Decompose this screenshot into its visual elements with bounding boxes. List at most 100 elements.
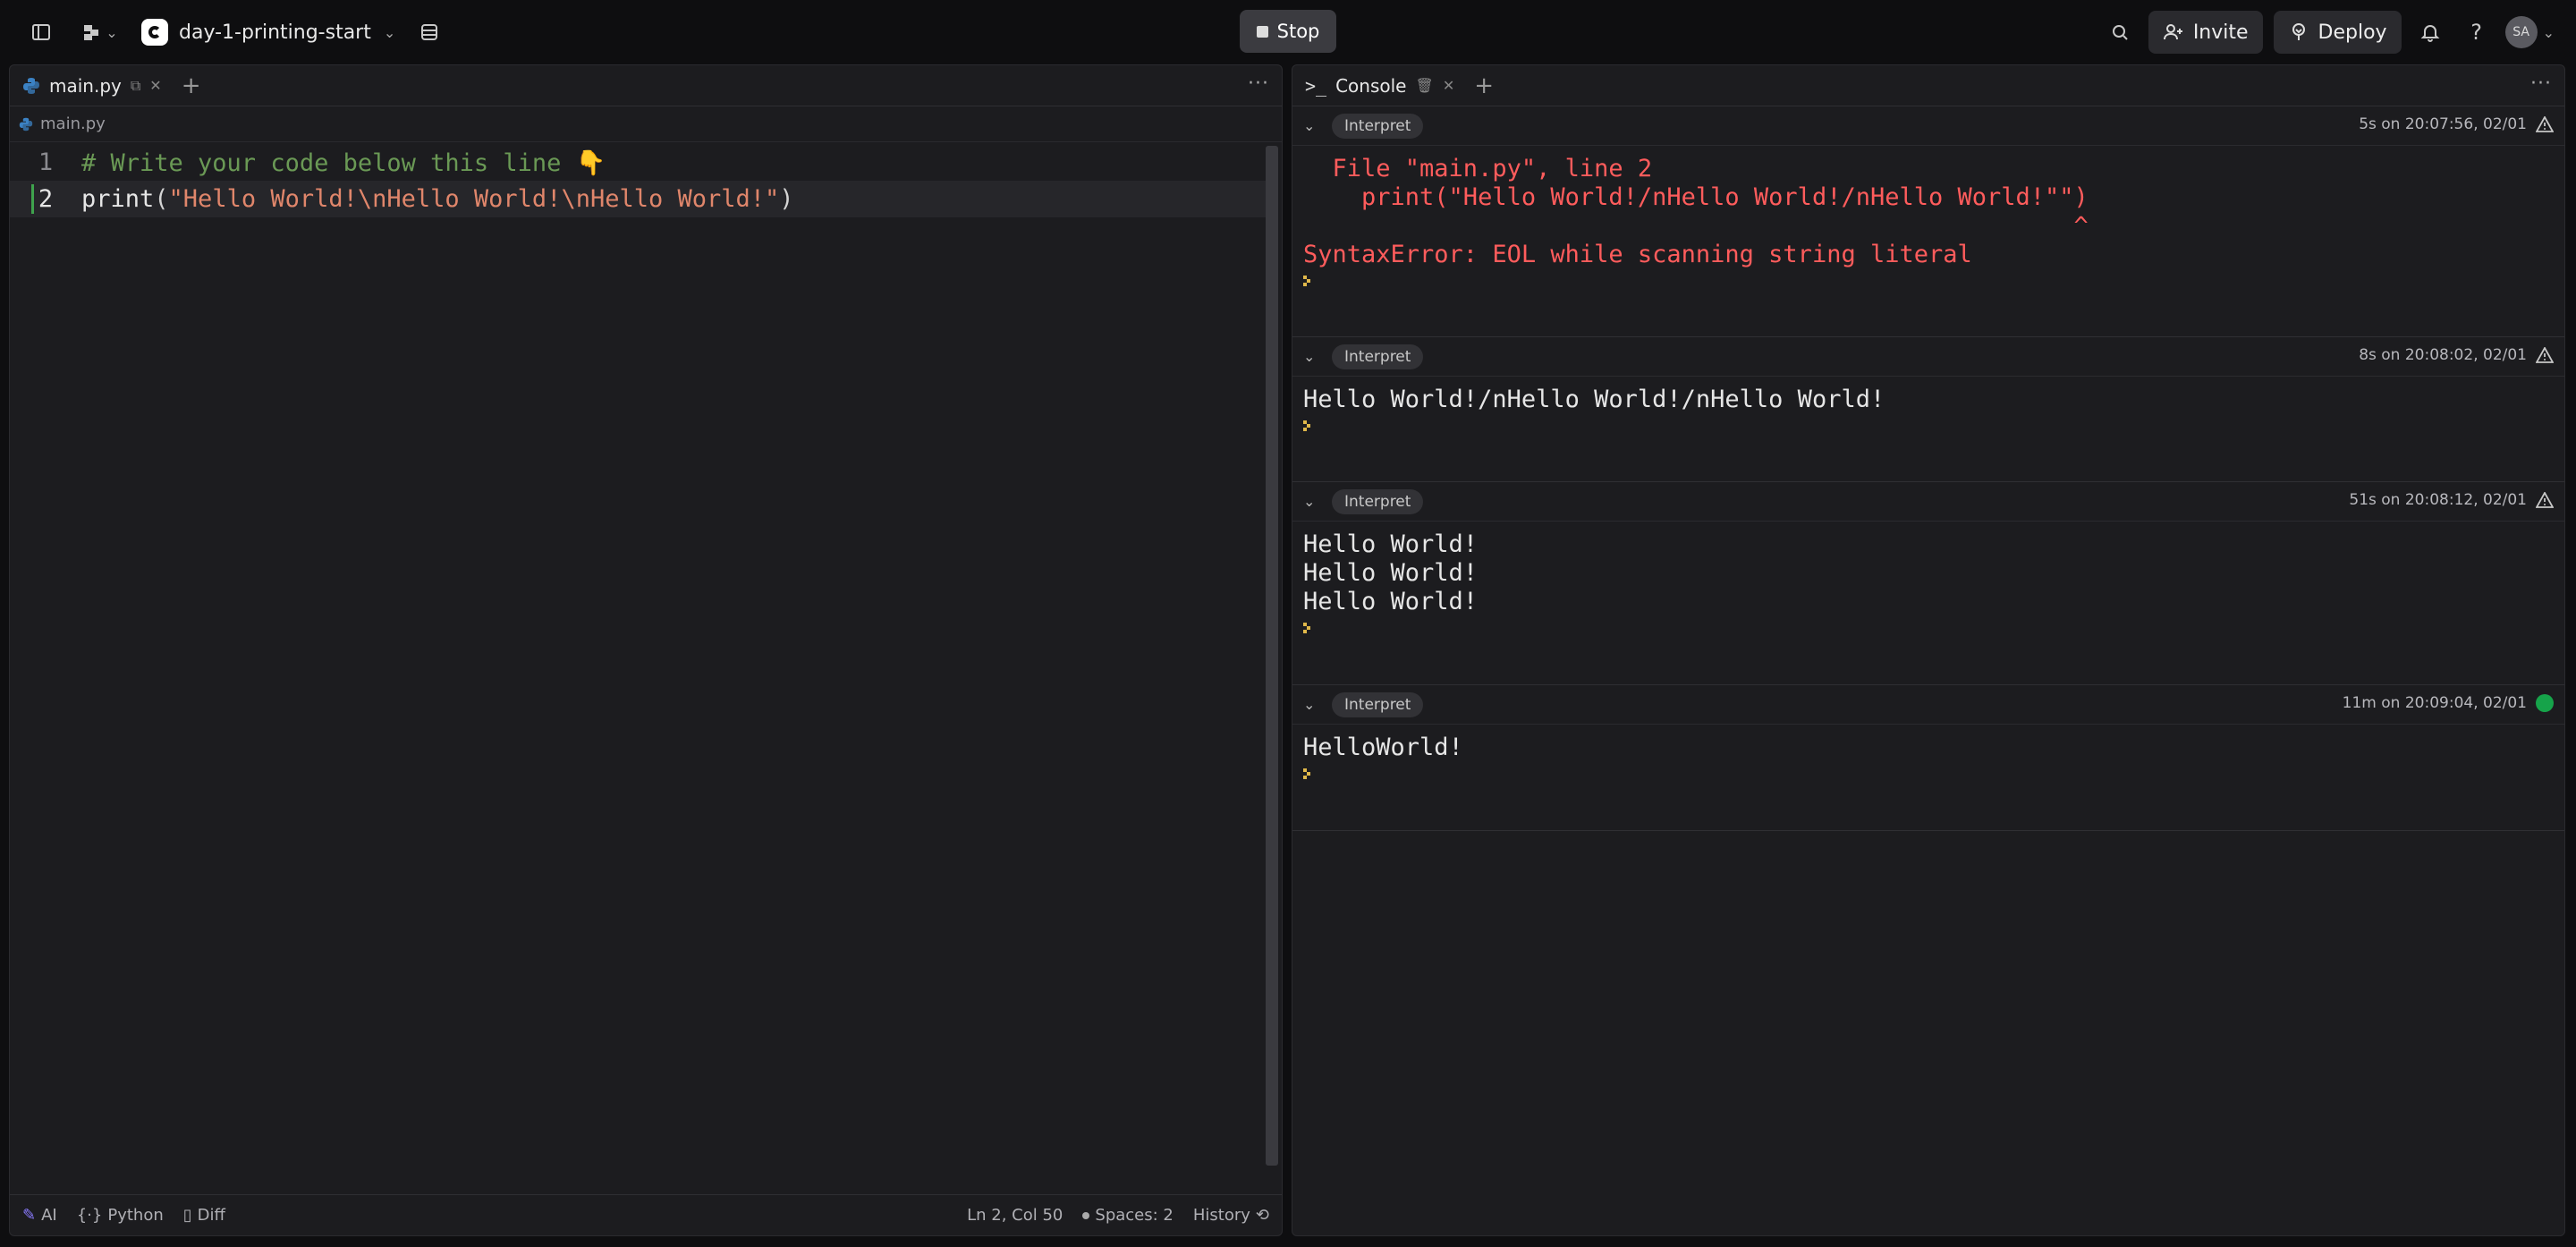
project-selector[interactable]: day-1-printing-start ⌄ <box>141 19 395 46</box>
diff-label: Diff <box>197 1206 225 1225</box>
top-bar: ⌄ day-1-printing-start ⌄ Stop Invite Dep… <box>0 0 2576 64</box>
close-icon[interactable]: ✕ <box>149 77 161 94</box>
chevron-down-icon: ⌄ <box>2542 23 2555 41</box>
more-options-icon[interactable]: ··· <box>1248 72 1269 95</box>
interpret-badge: Interpret <box>1332 488 1424 514</box>
invite-label: Invite <box>2192 21 2249 44</box>
prompt-icon <box>1303 418 1314 431</box>
console-output-text: Hello World! Hello World! Hello World! <box>1303 530 1479 615</box>
interpret-badge: Interpret <box>1332 691 1424 717</box>
diff-icon: ▯ <box>182 1206 192 1225</box>
repl-logo-icon <box>141 19 168 46</box>
code-line[interactable]: 1 # Write your code below this line 👇 <box>10 144 1267 181</box>
chevron-down-icon[interactable]: ⌄ <box>1303 493 1325 510</box>
cursor-position[interactable]: Ln 2, Col 50 <box>967 1206 1063 1225</box>
prompt-icon <box>1303 273 1314 286</box>
console-prompt[interactable] <box>1292 762 2564 789</box>
stop-label: Stop <box>1276 21 1320 42</box>
console-run-block: ⌄ Interpret 51s on 20:08:12, 02/01 Hello… <box>1292 482 2564 685</box>
tab-label: Console <box>1335 74 1407 97</box>
breadcrumb-file[interactable]: main.py <box>40 115 106 133</box>
diff-button[interactable]: ▯ Diff <box>183 1206 225 1225</box>
history-icon: ⟲ <box>1255 1206 1269 1225</box>
console-tab-bar: >_ Console 🗑 ✕ + ··· <box>1292 65 2564 106</box>
tab-main-py[interactable]: main.py ⧉ ✕ <box>10 65 174 106</box>
tab-console[interactable]: >_ Console 🗑 ✕ <box>1292 65 1467 106</box>
warning-icon <box>2536 347 2554 363</box>
console-pane: >_ Console 🗑 ✕ + ··· ⌄ Interpret 5s on 2… <box>1292 64 2565 1236</box>
account-menu[interactable]: SA ⌄ <box>2504 16 2555 48</box>
run-timestamp: 51s on 20:08:12, 02/01 <box>2349 491 2527 509</box>
console-output: ⌄ Interpret 5s on 20:07:56, 02/01 File "… <box>1292 106 2564 831</box>
language-label: Python <box>107 1206 164 1225</box>
sidebar-toggle-icon[interactable] <box>23 14 59 50</box>
chevron-down-icon[interactable]: ⌄ <box>1303 696 1325 713</box>
code-paren-open: ( <box>154 185 169 213</box>
interpret-badge: Interpret <box>1332 113 1424 139</box>
console-output-text: HelloWorld! <box>1303 734 1463 761</box>
stop-icon <box>1256 25 1268 38</box>
run-timestamp: 5s on 20:07:56, 02/01 <box>2359 115 2527 133</box>
console-output-text: Hello World!/nHello World!/nHello World! <box>1303 386 1885 413</box>
stop-button[interactable]: Stop <box>1240 10 1336 53</box>
editor-status-bar: ✎ AI {·} Python ▯ Diff Ln 2, Col 50 Spac… <box>10 1194 1282 1235</box>
breadcrumb: main.py <box>10 106 1282 142</box>
more-options-icon[interactable]: ··· <box>2530 72 2552 95</box>
chevron-down-icon[interactable]: ⌄ <box>1303 117 1325 134</box>
code-string: "Hello World!\nHello World!\nHello World… <box>168 185 780 213</box>
close-icon[interactable]: ✕ <box>1443 77 1454 94</box>
editor-scrollbar[interactable] <box>1266 146 1278 1166</box>
prompt-icon <box>1303 766 1314 779</box>
console-prompt[interactable] <box>1292 616 2564 643</box>
history-button[interactable]: History ⟲ <box>1193 1206 1269 1225</box>
add-tab-icon[interactable]: + <box>182 72 201 99</box>
workspace-menu-icon[interactable]: ⌄ <box>75 14 125 50</box>
deploy-button[interactable]: Deploy <box>2273 11 2402 54</box>
chevron-down-icon[interactable]: ⌄ <box>1303 348 1325 365</box>
terminal-icon: >_ <box>1305 74 1327 97</box>
run-timestamp: 11m on 20:09:04, 02/01 <box>2342 694 2527 712</box>
indent-setting[interactable]: Spaces: 2 <box>1082 1206 1174 1225</box>
help-icon[interactable]: ? <box>2459 14 2495 50</box>
active-line-indicator <box>31 184 34 214</box>
project-name: day-1-printing-start <box>179 21 371 44</box>
avatar: SA <box>2504 16 2538 48</box>
editor-pane: main.py ⧉ ✕ + ··· main.py 1 # Write your… <box>9 64 1283 1236</box>
run-header: ⌄ Interpret 51s on 20:08:12, 02/01 <box>1292 482 2564 522</box>
run-header: ⌄ Interpret 5s on 20:07:56, 02/01 <box>1292 106 2564 146</box>
python-icon <box>19 117 33 131</box>
code-paren-close: ) <box>779 185 794 213</box>
trash-icon[interactable]: 🗑 <box>1416 77 1434 94</box>
bell-icon[interactable] <box>2412 14 2448 50</box>
console-prompt[interactable] <box>1292 269 2564 296</box>
console-run-block: ⌄ Interpret 11m on 20:09:04, 02/01 Hello… <box>1292 685 2564 831</box>
run-header: ⌄ Interpret 11m on 20:09:04, 02/01 <box>1292 685 2564 725</box>
run-header: ⌄ Interpret 8s on 20:08:02, 02/01 <box>1292 337 2564 377</box>
language-button[interactable]: {·} Python <box>77 1206 164 1225</box>
chevron-down-icon: ⌄ <box>383 23 396 41</box>
run-timestamp: 8s on 20:08:02, 02/01 <box>2359 346 2527 364</box>
line-number: 2 <box>38 185 54 213</box>
code-brackets-icon: {·} <box>76 1206 103 1225</box>
console-run-block: ⌄ Interpret 5s on 20:07:56, 02/01 File "… <box>1292 106 2564 337</box>
code-line-active[interactable]: 2 print("Hello World!\nHello World!\nHel… <box>10 181 1267 217</box>
ai-button[interactable]: ✎ AI <box>22 1206 57 1225</box>
invite-button[interactable]: Invite <box>2148 11 2263 54</box>
history-label: History <box>1192 1206 1250 1225</box>
deploy-icon <box>2292 23 2305 40</box>
ai-icon: ✎ <box>22 1206 37 1225</box>
python-icon <box>23 77 39 94</box>
add-tab-icon[interactable]: + <box>1474 72 1494 99</box>
spaces-label: Spaces: 2 <box>1095 1206 1174 1225</box>
code-editor[interactable]: 1 # Write your code below this line 👇 2 … <box>10 144 1267 1182</box>
editor-tab-bar: main.py ⧉ ✕ + ··· <box>10 65 1282 106</box>
console-prompt[interactable] <box>1292 414 2564 441</box>
success-status-icon <box>2536 694 2554 712</box>
database-icon[interactable] <box>411 14 447 50</box>
ai-label: AI <box>41 1206 57 1225</box>
interpret-badge: Interpret <box>1332 344 1424 369</box>
split-icon[interactable]: ⧉ <box>131 77 140 95</box>
search-icon[interactable] <box>2102 14 2138 50</box>
dot-icon <box>1082 1211 1090 1219</box>
console-error-output: File "main.py", line 2 print("Hello Worl… <box>1303 155 2089 268</box>
